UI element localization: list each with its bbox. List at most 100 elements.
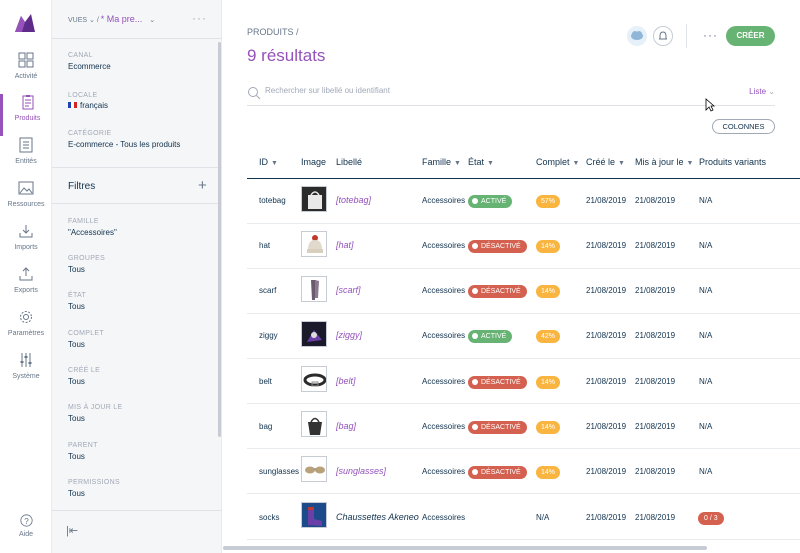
cell-label[interactable]: [bag] xyxy=(336,421,356,431)
product-thumbnail xyxy=(301,321,327,347)
cell-label[interactable]: [totebag] xyxy=(336,195,371,205)
user-avatar[interactable] xyxy=(627,26,647,46)
more-options-icon[interactable]: ··· xyxy=(192,11,207,25)
status-text: DÉSACTIVÉ xyxy=(481,379,521,386)
cell-label[interactable]: [scarf] xyxy=(336,285,361,295)
nav-item-imports[interactable]: Imports xyxy=(0,223,52,265)
table-row[interactable]: scarf [scarf] Accessoires DÉSACTIVÉ 14% … xyxy=(247,269,800,314)
status-badge: DÉSACTIVÉ xyxy=(468,466,527,479)
toggle-dot-icon xyxy=(472,468,478,475)
more-actions-icon[interactable]: ··· xyxy=(703,28,718,42)
locale-label: LOCALE xyxy=(68,92,98,99)
search-input[interactable] xyxy=(265,86,685,95)
cell-label[interactable]: [sunglasses] xyxy=(336,466,386,476)
column-header-created[interactable]: Créé le ▼ xyxy=(586,157,625,167)
cloud-icon xyxy=(631,31,643,40)
notifications-button[interactable] xyxy=(653,26,673,46)
nav-item-assets[interactable]: Ressources xyxy=(0,180,52,222)
totebag-image xyxy=(302,187,326,211)
cell-label[interactable]: Chaussettes Akeneo xyxy=(336,512,419,522)
column-header-family[interactable]: Famille ▼ xyxy=(422,157,461,167)
product-thumbnail xyxy=(301,502,327,528)
cell-label[interactable]: [hat] xyxy=(336,240,354,250)
locale-switcher[interactable]: français xyxy=(68,101,108,110)
sort-caret-icon: ▼ xyxy=(454,160,461,167)
product-thumbnail xyxy=(301,186,327,212)
horizontal-scrollbar[interactable] xyxy=(223,546,707,550)
toggle-dot-icon xyxy=(472,242,478,249)
column-header-label[interactable]: Libellé xyxy=(336,157,362,167)
image-icon xyxy=(18,181,34,195)
cell-family: Accessoires xyxy=(422,377,466,386)
views-selector[interactable]: VUES ⌄ / * Ma pre... ⌄ xyxy=(68,14,155,24)
dashboard-icon xyxy=(18,52,34,68)
cell-updated: 21/08/2019 xyxy=(635,196,676,205)
nav-item-entities[interactable]: Entités xyxy=(0,137,52,179)
cell-updated: 21/08/2019 xyxy=(635,467,676,476)
cell-variants: N/A xyxy=(699,241,713,250)
search-bar: Liste ⌄ xyxy=(247,83,775,106)
header-label: Créé le xyxy=(586,157,616,167)
akeneo-logo[interactable] xyxy=(13,12,37,34)
locale-value: français xyxy=(80,101,109,110)
table-row[interactable]: belt [belt] Accessoires DÉSACTIVÉ 14% 21… xyxy=(247,359,800,404)
help-link[interactable]: ? Aide xyxy=(0,514,52,538)
cell-id: bag xyxy=(259,422,273,431)
column-header-variants[interactable]: Produits variants xyxy=(699,157,766,167)
product-thumbnail xyxy=(301,366,327,392)
add-filter-icon[interactable]: + xyxy=(198,177,207,194)
collapse-panel-icon[interactable]: |⇤ xyxy=(66,524,78,537)
entities-icon xyxy=(19,137,33,153)
status-text: DÉSACTIVÉ xyxy=(481,288,521,295)
cell-variants: N/A xyxy=(699,196,713,205)
cell-created: 21/08/2019 xyxy=(586,286,627,295)
create-button[interactable]: CRÉER xyxy=(726,26,775,46)
variants-badge: 0 / 3 xyxy=(698,512,724,525)
cell-variants: N/A xyxy=(699,467,713,476)
column-header-id[interactable]: ID ▼ xyxy=(259,157,278,167)
cell-updated: 21/08/2019 xyxy=(635,422,676,431)
filter-value: Tous xyxy=(68,265,85,274)
product-thumbnail xyxy=(301,231,327,257)
cell-label[interactable]: [belt] xyxy=(336,376,356,386)
header-label: Image xyxy=(301,157,327,167)
socks-image xyxy=(302,503,326,527)
toggle-dot-icon xyxy=(472,332,478,339)
filters-scrollbar[interactable] xyxy=(218,42,221,437)
column-header-complete[interactable]: Complet ▼ xyxy=(536,157,579,167)
table-row[interactable]: sunglasses [sunglasses] Accessoires DÉSA… xyxy=(247,449,800,494)
column-header-updated[interactable]: Mis à jour le ▼ xyxy=(635,157,693,167)
cell-family: Accessoires xyxy=(422,286,466,295)
nav-item-products[interactable]: Produits xyxy=(0,94,52,136)
column-header-status[interactable]: État ▼ xyxy=(468,157,494,167)
nav-item-exports[interactable]: Exports xyxy=(0,266,52,308)
cell-created: 21/08/2019 xyxy=(586,196,627,205)
filter-value: Tous xyxy=(68,414,85,423)
table-row[interactable]: socks Chaussettes Akeneo Accessoires N/A… xyxy=(247,495,800,540)
channel-switcher[interactable]: Ecommerce xyxy=(68,62,111,71)
table-row[interactable]: totebag [totebag] Accessoires ACTIVÉ 57%… xyxy=(247,179,800,224)
columns-button[interactable]: COLONNES xyxy=(712,119,775,134)
breadcrumb[interactable]: PRODUITS / xyxy=(247,27,299,37)
header-label: Produits variants xyxy=(699,157,767,167)
cell-id: totebag xyxy=(259,196,286,205)
display-mode-label: Liste xyxy=(749,87,767,96)
cell-family: Accessoires xyxy=(422,513,466,522)
cell-family: Accessoires xyxy=(422,331,466,340)
table-row[interactable]: ziggy [ziggy] Accessoires ACTIVÉ 42% 21/… xyxy=(247,314,800,359)
table-row[interactable]: hat [hat] Accessoires DÉSACTIVÉ 14% 21/0… xyxy=(247,224,800,269)
table-row[interactable]: bag [bag] Accessoires DÉSACTIVÉ 14% 21/0… xyxy=(247,404,800,449)
nav-item-activity[interactable]: Activité xyxy=(0,52,52,94)
display-mode-selector[interactable]: Liste ⌄ xyxy=(749,87,775,96)
category-switcher[interactable]: E-commerce - Tous les produits xyxy=(68,140,180,149)
nav-item-settings[interactable]: Paramètres xyxy=(0,309,52,351)
cell-variants: N/A xyxy=(699,286,713,295)
help-icon: ? xyxy=(19,514,33,527)
nav-item-system[interactable]: Système xyxy=(0,352,52,394)
cell-label[interactable]: [ziggy] xyxy=(336,330,362,340)
nav-label: Imports xyxy=(14,244,38,251)
french-flag-icon xyxy=(68,102,77,108)
complete-badge: 14% xyxy=(536,285,561,298)
filter-label: MIS À JOUR LE xyxy=(68,404,123,411)
toggle-dot-icon xyxy=(472,423,478,430)
